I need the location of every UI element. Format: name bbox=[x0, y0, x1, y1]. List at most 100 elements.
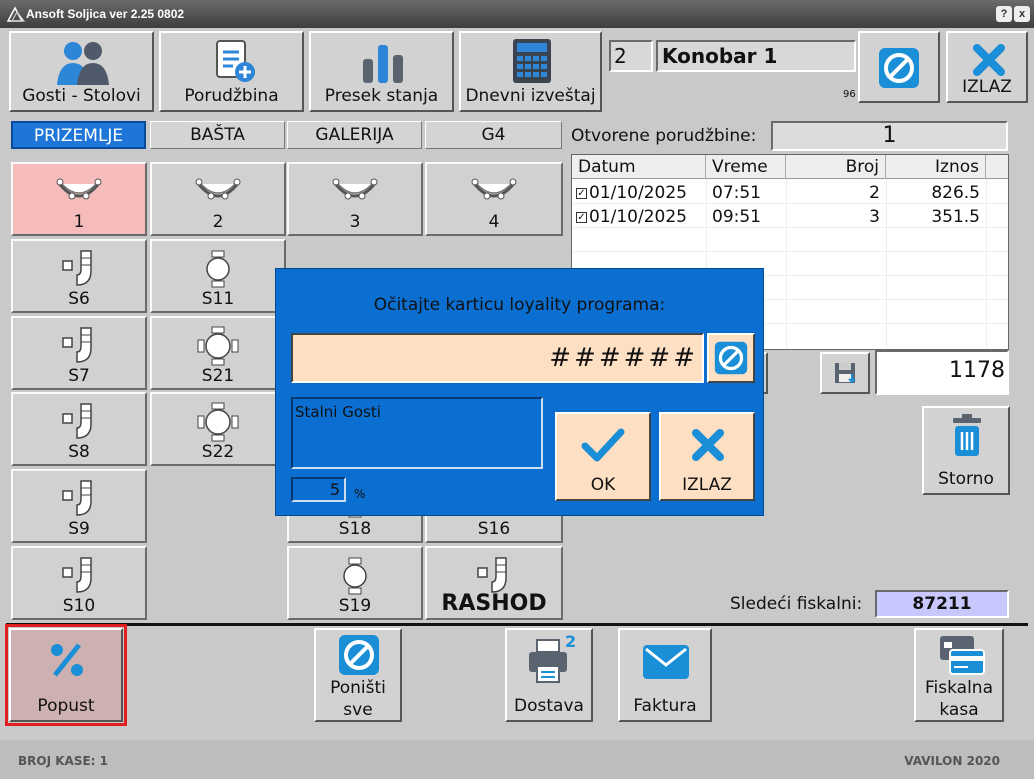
open-orders-label: Otvorene porudžbine: bbox=[571, 126, 757, 146]
four-seat-table-icon bbox=[152, 326, 284, 366]
save-button[interactable] bbox=[820, 352, 870, 394]
state-cut-label: Presek stanja bbox=[324, 86, 439, 106]
waiter-small-number: 96 bbox=[843, 89, 856, 100]
order-button[interactable]: Porudžbina bbox=[159, 31, 304, 112]
table-s21[interactable]: S21 bbox=[150, 316, 286, 390]
cancel-icon bbox=[714, 341, 748, 375]
table-label: S8 bbox=[68, 442, 90, 462]
table-label: 4 bbox=[488, 212, 500, 232]
ok-label: OK bbox=[590, 475, 616, 495]
row-checkbox[interactable]: ✓ bbox=[576, 212, 587, 223]
tab-prizemlje[interactable]: PRIZEMLJE bbox=[11, 121, 146, 149]
discount-percent-field[interactable]: 5 bbox=[291, 477, 346, 502]
bar-chart-icon bbox=[363, 45, 403, 83]
bar-seat-icon bbox=[13, 479, 145, 516]
invoice-button[interactable]: Faktura bbox=[618, 628, 712, 722]
daily-report-label: Dnevni izveštaj bbox=[465, 86, 596, 106]
table-rashod[interactable]: RASHOD bbox=[425, 546, 563, 620]
tab-basta[interactable]: BAŠTA bbox=[150, 121, 285, 149]
table-s8[interactable]: S8 bbox=[11, 392, 147, 466]
table-row[interactable]: ✓ 01/10/2025 09:51 3 351.5 bbox=[572, 205, 1008, 229]
storno-button[interactable]: Storno bbox=[922, 406, 1010, 495]
register-number: BROJ KASE: 1 bbox=[18, 754, 108, 768]
col-amount[interactable]: Iznos bbox=[886, 155, 986, 179]
cancel-waiter-button[interactable] bbox=[858, 31, 940, 103]
table-4[interactable]: 4 bbox=[425, 162, 563, 236]
guest-type-list[interactable]: Stalni Gosti bbox=[291, 397, 543, 469]
cancel-all-label-2: sve bbox=[343, 700, 373, 720]
table-label: S18 bbox=[338, 519, 372, 539]
col-number[interactable]: Broj bbox=[786, 155, 886, 179]
cards-icon bbox=[940, 636, 985, 675]
delivery-label: Dostava bbox=[514, 696, 584, 716]
tab-galerija[interactable]: GALERIJA bbox=[287, 121, 422, 149]
table-3[interactable]: 3 bbox=[287, 162, 423, 236]
next-fiscal-label: Sledeći fiskalni: bbox=[730, 594, 863, 614]
title-bar: Ansoft Soljica ver 2.25 0802 ? x bbox=[0, 0, 1034, 28]
table-2[interactable]: 2 bbox=[150, 162, 286, 236]
loyalty-dialog: Očitajte karticu loyality programa: ####… bbox=[275, 268, 764, 516]
clear-input-button[interactable] bbox=[707, 333, 755, 383]
row-number: 2 bbox=[869, 183, 880, 203]
row-amount: 826.5 bbox=[931, 183, 980, 203]
table-label: S6 bbox=[68, 289, 90, 309]
cancel-all-label-1: Poništi bbox=[330, 678, 386, 698]
cancel-all-button[interactable]: Poništi sve bbox=[314, 628, 402, 722]
col-time[interactable]: Vreme bbox=[706, 155, 786, 179]
next-fiscal-value: 87211 bbox=[875, 590, 1009, 618]
dialog-title: Očitajte karticu loyality programa: bbox=[373, 295, 666, 315]
row-date: 01/10/2025 bbox=[589, 183, 687, 203]
separator bbox=[6, 623, 1028, 626]
status-bar: BROJ KASE: 1 VAVILON 2020 bbox=[0, 740, 1034, 779]
percent-unit-label: % bbox=[354, 487, 366, 501]
trash-icon bbox=[953, 414, 981, 456]
guests-tables-button[interactable]: Gosti - Stolovi bbox=[9, 31, 154, 112]
round-table-icon bbox=[152, 176, 284, 212]
fiscal-register-button[interactable]: Fiskalna kasa bbox=[914, 628, 1004, 722]
dialog-exit-button[interactable]: IZLAZ bbox=[659, 412, 755, 501]
fiscal-register-label-1: Fiskalna bbox=[925, 678, 993, 698]
waiter-id: 2 bbox=[609, 40, 653, 72]
ok-button[interactable]: OK bbox=[555, 412, 651, 501]
loyalty-card-input[interactable]: ###### bbox=[291, 333, 704, 383]
table-s19[interactable]: S19 bbox=[287, 546, 423, 620]
delivery-button[interactable]: 2 Dostava bbox=[505, 628, 593, 722]
fiscal-register-label-2: kasa bbox=[939, 700, 979, 720]
invoice-label: Faktura bbox=[633, 696, 697, 716]
table-label: 3 bbox=[349, 212, 361, 232]
help-button[interactable]: ? bbox=[996, 6, 1012, 22]
dialog-exit-label: IZLAZ bbox=[682, 475, 732, 495]
table-label: S7 bbox=[68, 366, 90, 386]
app-logo-icon bbox=[6, 6, 26, 22]
tab-g4[interactable]: G4 bbox=[425, 121, 562, 149]
discount-button[interactable]: Popust bbox=[5, 624, 127, 726]
two-seat-table-icon bbox=[152, 249, 284, 288]
table-s6[interactable]: S6 bbox=[11, 239, 147, 313]
table-row[interactable]: ✓ 01/10/2025 07:51 2 826.5 bbox=[572, 181, 1008, 205]
window-close-button[interactable]: x bbox=[1014, 6, 1030, 22]
bar-seat-icon bbox=[13, 402, 145, 439]
table-s9[interactable]: S9 bbox=[11, 469, 147, 543]
table-label: S19 bbox=[338, 596, 372, 616]
daily-report-button[interactable]: Dnevni izveštaj bbox=[459, 31, 602, 112]
table-s11[interactable]: S11 bbox=[150, 239, 286, 313]
waiter-name: Konobar 1 bbox=[656, 40, 856, 72]
calculator-icon bbox=[513, 39, 551, 83]
table-label: S10 bbox=[62, 596, 96, 616]
table-s7[interactable]: S7 bbox=[11, 316, 147, 390]
close-icon bbox=[692, 429, 724, 461]
state-cut-button[interactable]: Presek stanja bbox=[309, 31, 454, 112]
table-s10[interactable]: S10 bbox=[11, 546, 147, 620]
cancel-icon bbox=[879, 48, 919, 88]
row-checkbox[interactable]: ✓ bbox=[576, 188, 587, 199]
table-s22[interactable]: S22 bbox=[150, 392, 286, 466]
percent-icon bbox=[51, 643, 83, 677]
discount-label: Popust bbox=[37, 696, 95, 716]
table-1[interactable]: 1 bbox=[11, 162, 147, 236]
printer-badge: 2 bbox=[565, 632, 577, 651]
open-orders-count: 1 bbox=[771, 121, 1008, 151]
storno-label: Storno bbox=[938, 469, 994, 489]
exit-button[interactable]: IZLAZ bbox=[946, 31, 1028, 103]
col-date[interactable]: Datum bbox=[572, 155, 706, 179]
table-label: S22 bbox=[201, 442, 235, 462]
